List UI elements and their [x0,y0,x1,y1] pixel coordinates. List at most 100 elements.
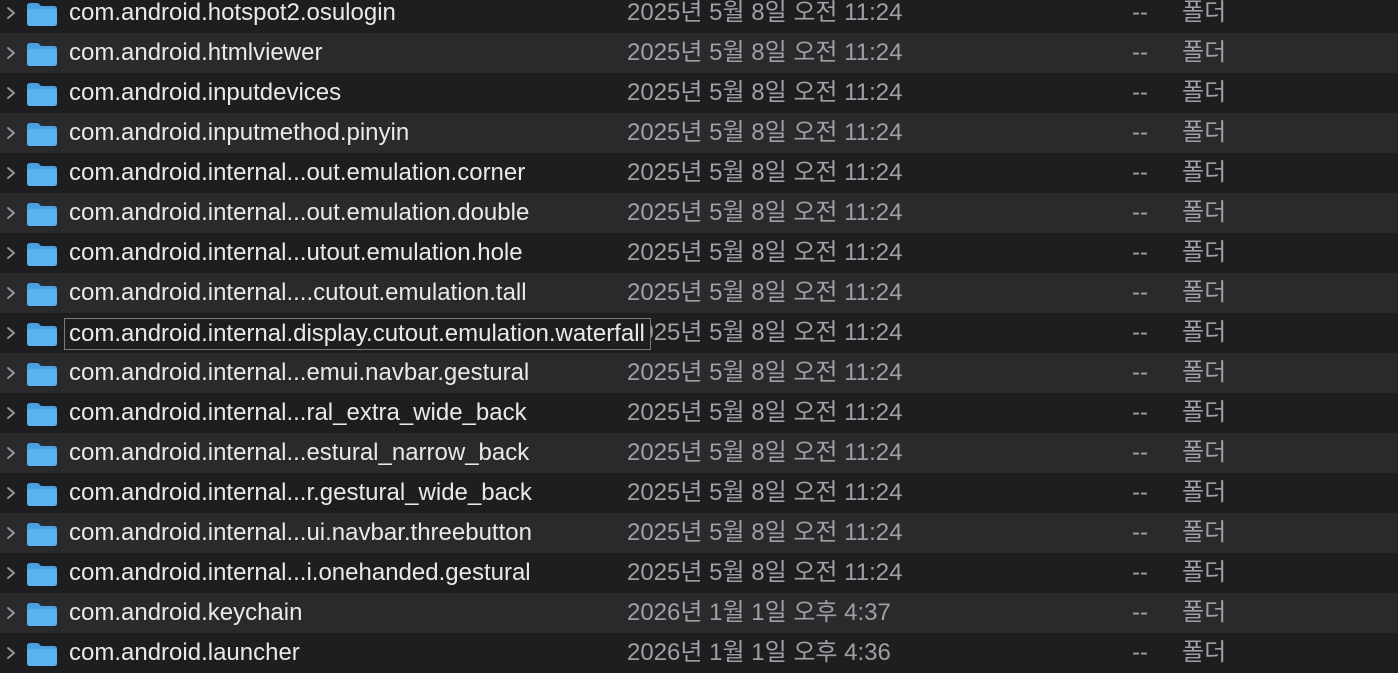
file-kind: 폴더 [1182,199,1227,226]
list-item[interactable]: com.android.internal...out.emulation.cor… [0,153,1398,193]
list-item[interactable]: com.android.keychain 2026년 1월 1일 오후 4:37… [0,593,1398,633]
list-item[interactable]: com.android.internal...r.gestural_wide_b… [0,473,1398,513]
file-name: com.android.internal...ui.navbar.threebu… [69,519,532,546]
file-name: com.android.internal...r.gestural_wide_b… [69,479,532,506]
chevron-right-icon[interactable] [4,646,18,660]
list-item[interactable]: com.android.internal...emui.navbar.gestu… [0,353,1398,393]
file-name: com.android.inputmethod.pinyin [69,119,410,146]
chevron-right-icon[interactable] [4,406,18,420]
chevron-right-icon[interactable] [4,326,18,340]
file-kind: 폴더 [1182,399,1227,426]
folder-icon [27,443,57,466]
chevron-right-icon[interactable] [4,86,18,100]
folder-icon [27,163,57,186]
folder-icon [27,603,57,626]
list-item[interactable]: com.android.internal...utout.emulation.h… [0,233,1398,273]
folder-icon [27,323,57,346]
chevron-right-icon[interactable] [4,446,18,460]
folder-icon [27,483,57,506]
file-size: -- [1132,0,1148,26]
file-size: -- [1132,439,1148,466]
file-name: com.android.internal....cutout.emulation… [69,279,527,306]
folder-icon [27,43,57,66]
chevron-right-icon[interactable] [4,286,18,300]
folder-icon [27,123,57,146]
list-item[interactable]: com.android.internal...ral_extra_wide_ba… [0,393,1398,433]
chevron-right-icon[interactable] [4,46,18,60]
folder-icon [27,283,57,306]
file-name: com.android.internal...out.emulation.dou… [69,199,530,226]
file-kind: 폴더 [1182,439,1227,466]
chevron-right-icon[interactable] [4,126,18,140]
file-size: -- [1132,599,1148,626]
file-list: com.android.hotspot2.osulogin 2025년 5월 8… [0,0,1398,673]
file-name: com.android.inputdevices [69,79,342,106]
file-name-full-tooltip: com.android.internal.display.cutout.emul… [64,318,651,350]
chevron-right-icon[interactable] [4,606,18,620]
file-size: -- [1132,119,1148,146]
modified-date: 2026년 1월 1일 오후 4:36 [627,639,891,666]
folder-icon [27,363,57,386]
file-size: -- [1132,559,1148,586]
file-name: com.android.internal...estural_narrow_ba… [69,439,530,466]
chevron-right-icon[interactable] [4,6,18,20]
modified-date: 2025년 5월 8일 오전 11:24 [627,159,903,186]
modified-date: 2025년 5월 8일 오전 11:24 [627,119,903,146]
modified-date: 2025년 5월 8일 오전 11:24 [627,79,903,106]
file-name: com.android.launcher [69,639,300,666]
chevron-right-icon[interactable] [4,206,18,220]
file-kind: 폴더 [1182,39,1227,66]
list-item[interactable]: com.android.internal....cutout.emulation… [0,273,1398,313]
file-kind: 폴더 [1182,599,1227,626]
modified-date: 2025년 5월 8일 오전 11:24 [627,479,903,506]
modified-date: 2025년 5월 8일 오전 11:24 [627,39,903,66]
modified-date: 2025년 5월 8일 오전 11:24 [627,0,903,26]
folder-icon [27,83,57,106]
file-size: -- [1132,159,1148,186]
folder-icon [27,203,57,226]
file-kind: 폴더 [1182,119,1227,146]
modified-date: 2025년 5월 8일 오전 11:24 [627,439,903,466]
file-name: com.android.htmlviewer [69,39,323,66]
file-kind: 폴더 [1182,79,1227,106]
modified-date: 2025년 5월 8일 오전 11:24 [627,319,903,346]
file-kind: 폴더 [1182,359,1227,386]
chevron-right-icon[interactable] [4,246,18,260]
modified-date: 2026년 1월 1일 오후 4:37 [627,599,891,626]
chevron-right-icon[interactable] [4,566,18,580]
file-kind: 폴더 [1182,559,1227,586]
modified-date: 2025년 5월 8일 오전 11:24 [627,559,903,586]
file-size: -- [1132,39,1148,66]
file-name: com.android.keychain [69,599,303,626]
file-size: -- [1132,199,1148,226]
list-item[interactable]: com.android.launcher 2026년 1월 1일 오후 4:36… [0,633,1398,673]
file-size: -- [1132,239,1148,266]
file-kind: 폴더 [1182,479,1227,506]
list-item[interactable]: com.android.inputmethod.pinyin 2025년 5월 … [0,113,1398,153]
chevron-right-icon[interactable] [4,366,18,380]
file-kind: 폴더 [1182,0,1227,26]
file-name: com.android.internal...i.onehanded.gestu… [69,559,531,586]
file-size: -- [1132,279,1148,306]
list-item[interactable]: com.android.inputdevices 2025년 5월 8일 오전 … [0,73,1398,113]
file-kind: 폴더 [1182,519,1227,546]
modified-date: 2025년 5월 8일 오전 11:24 [627,399,903,426]
file-name: com.android.internal...out.emulation.cor… [69,159,526,186]
chevron-right-icon[interactable] [4,166,18,180]
file-size: -- [1132,79,1148,106]
list-item[interactable]: com.android.internal...estural_narrow_ba… [0,433,1398,473]
folder-icon [27,563,57,586]
list-item[interactable]: com.android.htmlviewer 2025년 5월 8일 오전 11… [0,33,1398,73]
modified-date: 2025년 5월 8일 오전 11:24 [627,239,903,266]
list-item[interactable]: com.android.hotspot2.osulogin 2025년 5월 8… [0,0,1398,33]
folder-icon [27,243,57,266]
list-item[interactable]: com.android.internal...out.emulation.dou… [0,193,1398,233]
file-size: -- [1132,519,1148,546]
modified-date: 2025년 5월 8일 오전 11:24 [627,199,903,226]
file-size: -- [1132,399,1148,426]
list-item[interactable]: com.android.internal.display.cutout.emul… [0,313,1398,353]
chevron-right-icon[interactable] [4,526,18,540]
list-item[interactable]: com.android.internal...ui.navbar.threebu… [0,513,1398,553]
list-item[interactable]: com.android.internal...i.onehanded.gestu… [0,553,1398,593]
chevron-right-icon[interactable] [4,486,18,500]
